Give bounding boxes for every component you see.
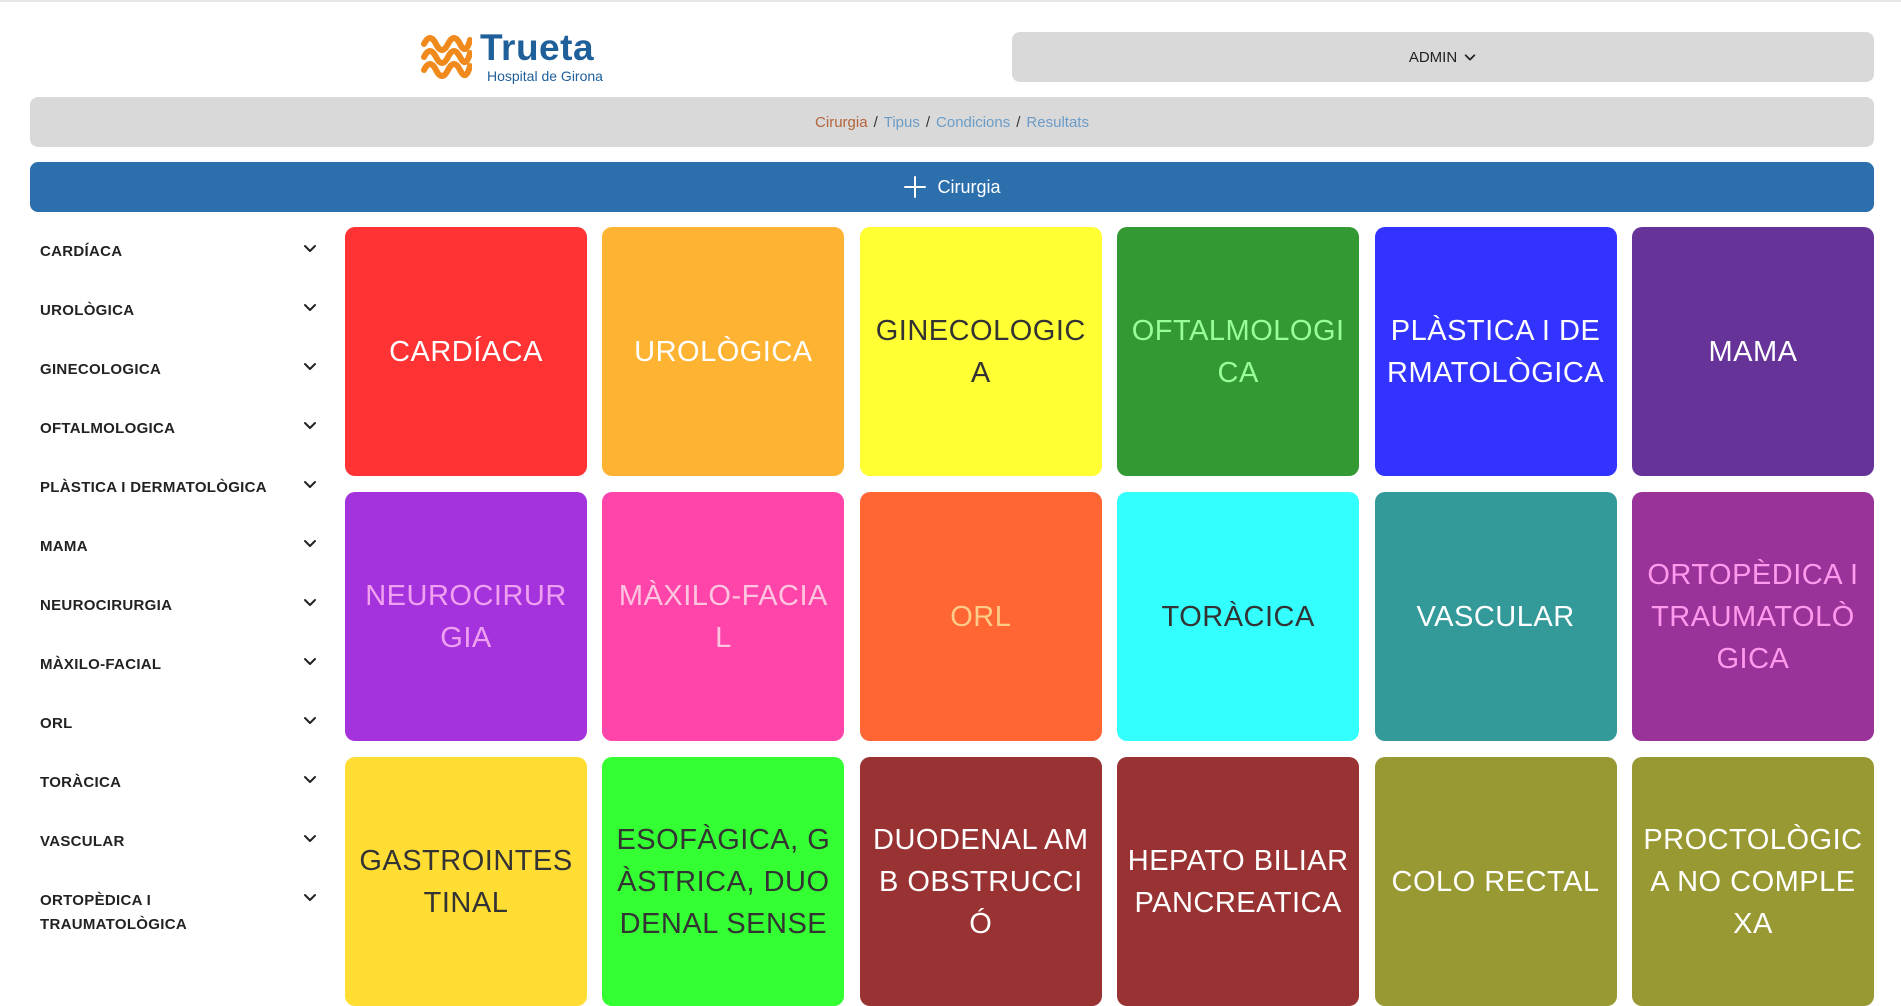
specialty-tile-label: MAMA [1708, 335, 1798, 368]
sidebar-item-label: CARDÍACA [40, 243, 123, 260]
chevron-down-icon[interactable] [302, 299, 318, 315]
breadcrumb-cirurgia[interactable]: Cirurgia [815, 114, 868, 131]
specialty-tile[interactable]: ORTOPÈDICA I TRAUMATOLÒGICA [1631, 492, 1874, 741]
chevron-down-icon[interactable] [302, 476, 318, 492]
sidebar: CARDÍACA UROLÒGICA GINECOLOGICA OFTALMOLOGI… [30, 226, 330, 934]
specialty-tile[interactable]: PLÀSTICA I DERMATOLÒGICA [1374, 227, 1617, 476]
specialty-tile[interactable]: DUODENAL AMB OBSTRUCCIÓ [859, 757, 1102, 1006]
specialty-tile[interactable]: VASCULAR [1374, 492, 1617, 741]
sidebar-item[interactable]: MAMA [30, 521, 330, 580]
specialty-tile-label: DUODENAL AMB OBSTRUCCIÓ [873, 823, 1089, 940]
sidebar-item-label: NEUROCIRURGIA [40, 597, 173, 614]
user-menu-label: ADMIN [1408, 48, 1458, 66]
breadcrumb-separator: / [1016, 113, 1021, 131]
specialty-tile-label: CARDÍACA [389, 335, 543, 368]
add-cirurgia-label: Cirurgia [937, 176, 1001, 197]
chevron-down-icon[interactable] [302, 535, 318, 551]
specialty-tile-label: HEPATO BILIAR PANCREATICA [1127, 844, 1349, 919]
logo-name: Trueta [480, 27, 595, 68]
breadcrumb-separator: / [873, 113, 878, 131]
specialty-tile-label: ORL [950, 600, 1012, 633]
sidebar-item[interactable]: VASCULAR [30, 816, 330, 875]
specialty-tile[interactable]: ESOFÀGICA, GÀSTRICA, DUODENAL SENSE [602, 757, 845, 1006]
specialty-tile[interactable]: HEPATO BILIAR PANCREATICA [1117, 757, 1360, 1006]
sidebar-item[interactable]: TORÀCICA [30, 757, 330, 816]
chevron-down-icon[interactable] [302, 712, 318, 728]
user-menu-button[interactable]: ADMIN [1012, 32, 1874, 82]
specialty-tile-label: COLO RECTAL [1391, 865, 1600, 898]
trueta-logo-icon [421, 35, 472, 79]
sidebar-item[interactable]: ORTOPÈDICA I TRAUMATOLÒGICA [30, 875, 330, 934]
specialty-tile-label: TORÀCICA [1161, 600, 1315, 633]
sidebar-item-label: MAMA [40, 538, 88, 555]
specialty-tile[interactable]: MÀXILO-FACIAL [602, 492, 845, 741]
sidebar-item-label: UROLÒGICA [40, 302, 135, 319]
chevron-down-icon[interactable] [302, 771, 318, 787]
logo-subtitle: Hospital de Girona [487, 68, 603, 84]
specialty-tile-label: VASCULAR [1416, 600, 1575, 633]
sidebar-item[interactable]: PLÀSTICA I DERMATOLÒGICA [30, 462, 330, 521]
sidebar-item[interactable]: UROLÒGICA [30, 285, 330, 344]
specialty-tile-label: ORTOPÈDICA I TRAUMATOLÒGICA [1647, 558, 1859, 675]
sidebar-item-label: OFTALMOLOGICA [40, 420, 176, 437]
sidebar-item-label: GINECOLOGICA [40, 361, 162, 378]
sidebar-item-label: ORL [40, 715, 73, 732]
specialty-tile-label: GINECOLOGICA [875, 314, 1086, 389]
specialty-tile[interactable]: NEUROCIRURGIA [345, 492, 587, 741]
specialty-tile-label: ESOFÀGICA, GÀSTRICA, DUODENAL SENSE [616, 823, 831, 940]
chevron-down-icon[interactable] [302, 889, 318, 905]
specialty-tile[interactable]: COLO RECTAL [1374, 757, 1617, 1006]
specialty-tile-label: UROLÒGICA [634, 335, 813, 368]
breadcrumb-condicions[interactable]: Condicions [936, 114, 1010, 131]
sidebar-item[interactable]: CARDÍACA [30, 226, 330, 285]
specialty-tile-label: GASTROINTESTINAL [359, 844, 573, 919]
sidebar-item[interactable]: MÀXILO-FACIAL [30, 639, 330, 698]
plus-icon [904, 176, 927, 198]
specialty-grid: CARDÍACA UROLÒGICA GINECOLOGICA OFTALMOLOGI… [345, 227, 1874, 1006]
sidebar-item[interactable]: ORL [30, 698, 330, 757]
specialty-tile-label: OFTALMOLOGICA [1131, 314, 1345, 389]
chevron-down-icon[interactable] [302, 653, 318, 669]
chevron-down-icon[interactable] [302, 240, 318, 256]
specialty-tile[interactable]: GASTROINTESTINAL [345, 757, 587, 1006]
sidebar-item-label: MÀXILO-FACIAL [40, 656, 162, 673]
specialty-tile[interactable]: MAMA [1631, 227, 1874, 476]
specialty-tile-label: PLÀSTICA I DERMATOLÒGICA [1387, 314, 1605, 389]
chevron-down-icon[interactable] [302, 830, 318, 846]
sidebar-item-label: TORÀCICA [40, 774, 122, 791]
sidebar-item[interactable]: NEUROCIRURGIA [30, 580, 330, 639]
specialty-tile-label: NEUROCIRURGIA [365, 579, 567, 654]
sidebar-item[interactable]: OFTALMOLOGICA [30, 403, 330, 462]
specialty-tile[interactable]: CARDÍACA [345, 227, 587, 476]
chevron-down-icon[interactable] [302, 358, 318, 374]
breadcrumb-resultats[interactable]: Resultats [1026, 114, 1089, 131]
add-cirurgia-button[interactable]: Cirurgia [30, 162, 1874, 212]
specialty-tile[interactable]: PROCTOLÒGICA NO COMPLEXA [1631, 757, 1874, 1006]
hospital-logo[interactable]: Trueta Hospital de Girona [420, 28, 603, 84]
breadcrumb-separator: / [925, 113, 931, 131]
breadcrumb: Cirurgia / Tipus / Condicions / Resultat… [30, 97, 1874, 147]
specialty-tile-label: PROCTOLÒGICA NO COMPLEXA [1643, 823, 1863, 940]
sidebar-item-label: VASCULAR [40, 833, 125, 850]
specialty-tile-label: MÀXILO-FACIAL [618, 579, 828, 654]
chevron-down-icon[interactable] [302, 417, 318, 433]
specialty-tile[interactable]: UROLÒGICA [602, 227, 845, 476]
chevron-down-icon[interactable] [302, 594, 318, 610]
specialty-tile[interactable]: ORL [859, 492, 1102, 741]
breadcrumb-tipus[interactable]: Tipus [884, 114, 920, 131]
sidebar-item[interactable]: GINECOLOGICA [30, 344, 330, 403]
sidebar-item-label: PLÀSTICA I DERMATOLÒGICA [40, 479, 267, 496]
specialty-tile[interactable]: TORÀCICA [1117, 492, 1360, 741]
specialty-tile[interactable]: GINECOLOGICA [859, 227, 1102, 476]
specialty-tile[interactable]: OFTALMOLOGICA [1117, 227, 1360, 476]
top-divider [0, 0, 1901, 2]
sidebar-item-label: ORTOPÈDICA I TRAUMATOLÒGICA [40, 892, 187, 933]
chevron-down-icon [1464, 54, 1476, 61]
